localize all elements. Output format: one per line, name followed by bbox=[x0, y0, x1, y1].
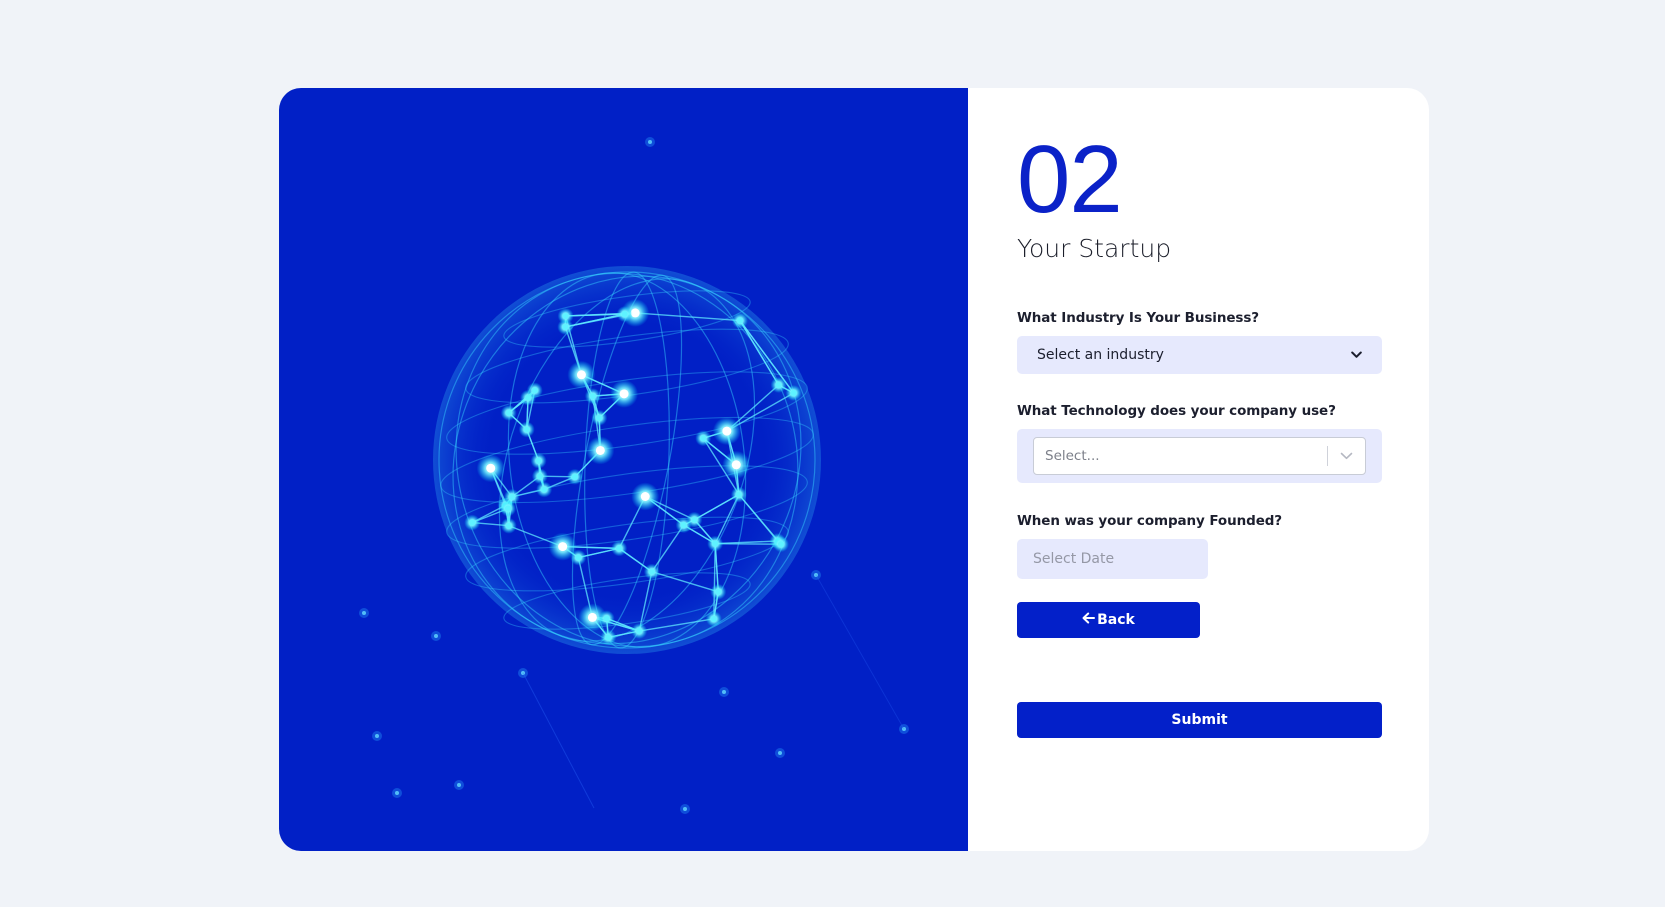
signup-card: 02 Your Startup What Industry Is Your Bu… bbox=[279, 88, 1429, 851]
submit-button-label: Submit bbox=[1171, 712, 1228, 728]
step-title: Your Startup bbox=[1017, 234, 1172, 263]
chevron-down-icon bbox=[1351, 347, 1362, 363]
technology-select-placeholder: Select... bbox=[1045, 448, 1100, 464]
industry-select-value: Select an industry bbox=[1037, 347, 1164, 363]
arrow-left-icon bbox=[1082, 612, 1096, 628]
founded-date-input[interactable] bbox=[1017, 539, 1208, 579]
technology-select[interactable]: Select... bbox=[1033, 437, 1366, 475]
technology-select-wrapper: Select... bbox=[1017, 429, 1382, 483]
step-number: 02 bbox=[1017, 126, 1123, 233]
industry-label: What Industry Is Your Business? bbox=[1017, 310, 1259, 326]
back-button[interactable]: Back bbox=[1017, 602, 1200, 638]
submit-button[interactable]: Submit bbox=[1017, 702, 1382, 738]
back-button-label: Back bbox=[1097, 612, 1135, 628]
technology-label: What Technology does your company use? bbox=[1017, 403, 1336, 419]
industry-select[interactable]: Select an industry bbox=[1017, 336, 1382, 374]
network-globe-icon bbox=[359, 137, 909, 814]
chevron-down-icon[interactable] bbox=[1328, 438, 1365, 474]
founded-label: When was your company Founded? bbox=[1017, 513, 1283, 529]
hero-panel bbox=[279, 88, 968, 851]
form-panel: 02 Your Startup What Industry Is Your Bu… bbox=[968, 88, 1429, 851]
